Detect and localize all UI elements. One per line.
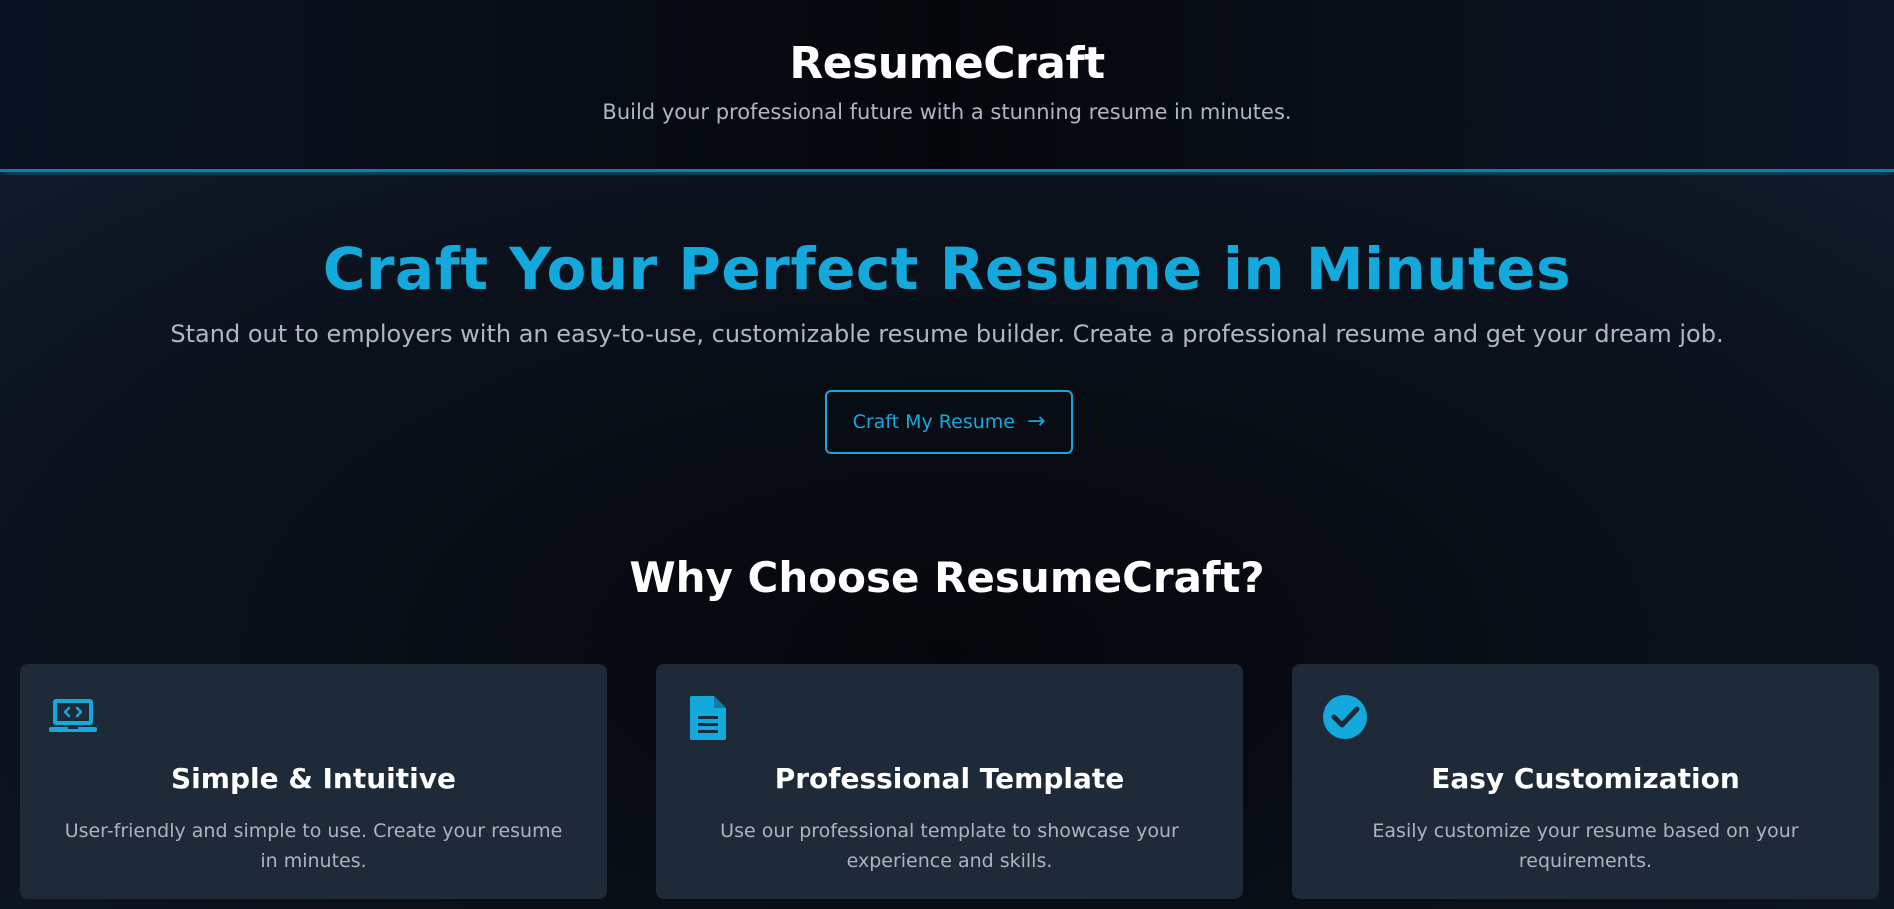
card-description: Easily customize your resume based on yo… [1372, 820, 1799, 872]
feature-card-professional-template: Professional Template Use our profession… [656, 664, 1243, 899]
feature-card-easy-customization: Easy Customization Easily customize your… [1292, 664, 1879, 899]
site-header: ResumeCraft Build your professional futu… [0, 0, 1894, 172]
card-title: Easy Customization [1431, 762, 1740, 795]
hero-title: Craft Your Perfect Resume in Minutes [322, 235, 1572, 303]
craft-my-resume-button[interactable]: Craft My Resume → [825, 390, 1073, 454]
feature-card-simple-intuitive: Simple & Intuitive User-friendly and sim… [20, 664, 607, 899]
arrow-right-icon: → [1026, 409, 1046, 434]
card-title: Simple & Intuitive [171, 762, 456, 795]
card-description: Use our professional template to showcas… [720, 820, 1179, 872]
check-circle-icon [1323, 695, 1367, 739]
features-title: Why Choose ResumeCraft? [629, 553, 1265, 602]
hero-subtitle: Stand out to employers with an easy-to-u… [170, 320, 1724, 348]
laptop-code-icon [49, 699, 97, 732]
card-description: User-friendly and simple to use. Create … [64, 820, 563, 872]
cta-button-label: Craft My Resume [852, 411, 1015, 433]
brand-title: ResumeCraft [789, 38, 1105, 89]
brand-tagline: Build your professional future with a st… [602, 100, 1292, 124]
hero-section: Craft Your Perfect Resume in Minutes Sta… [0, 175, 1894, 909]
card-title: Professional Template [774, 762, 1125, 795]
document-icon [690, 696, 726, 740]
